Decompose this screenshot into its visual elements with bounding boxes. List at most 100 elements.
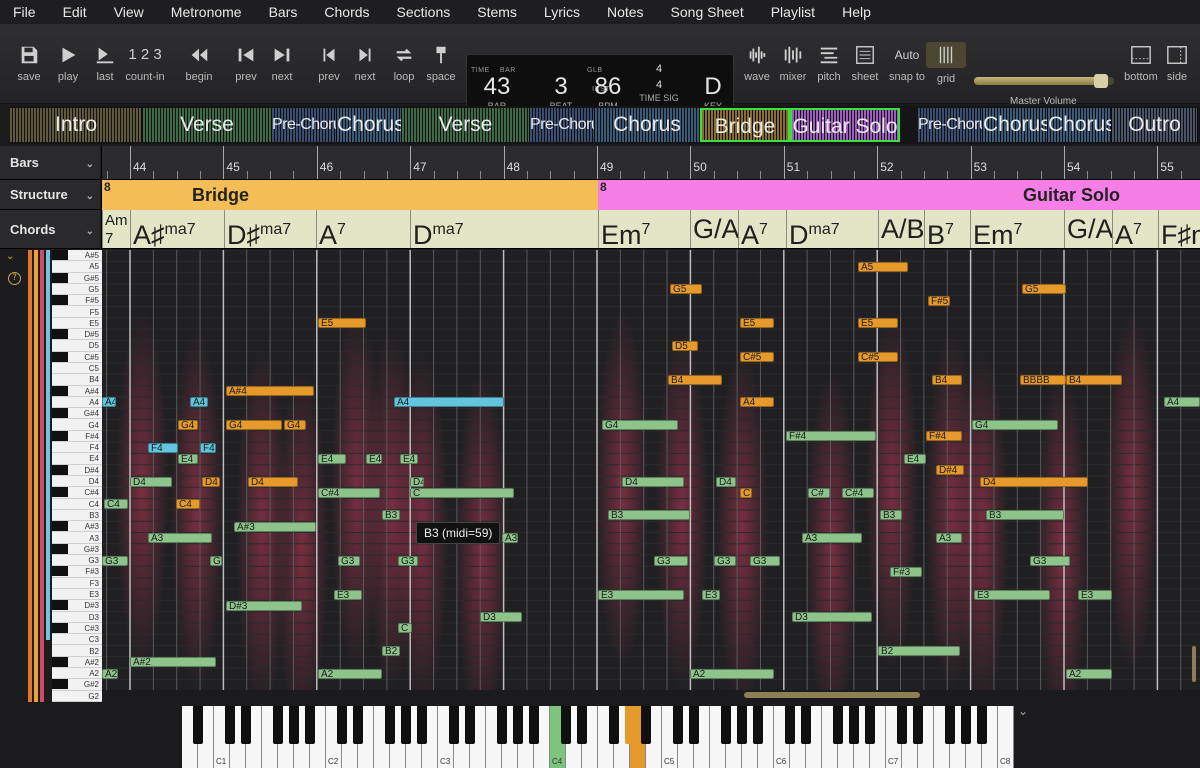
structure-row-label[interactable]: Structure ⌄ [0, 180, 100, 210]
menu-file[interactable]: File [0, 0, 50, 24]
black-key[interactable] [417, 706, 427, 744]
note[interactable]: G4 [602, 420, 678, 430]
vertical-scrollbar[interactable] [1192, 646, 1196, 682]
menu-lyrics[interactable]: Lyrics [531, 0, 594, 24]
master-volume-knob[interactable] [1094, 74, 1109, 88]
black-key[interactable] [945, 706, 955, 744]
note[interactable]: D3 [792, 612, 872, 623]
menu-edit[interactable]: Edit [50, 0, 101, 24]
black-key[interactable] [241, 706, 251, 744]
chord-10[interactable]: B7 [924, 210, 970, 248]
note[interactable]: C# [808, 487, 830, 498]
note[interactable]: G5 [1022, 284, 1066, 295]
black-key[interactable] [785, 706, 795, 744]
section-verse[interactable]: Verse [143, 108, 272, 142]
play-button[interactable]: play [48, 44, 88, 83]
note[interactable]: B3 [608, 510, 690, 521]
menu-help[interactable]: Help [829, 0, 885, 24]
black-key[interactable] [625, 706, 635, 744]
bars-row-label[interactable]: Bars ⌄ [0, 146, 100, 180]
note[interactable]: D4 [248, 476, 298, 487]
horizontal-scrollbar[interactable] [744, 692, 920, 698]
chord-5[interactable]: Em7 [598, 210, 690, 248]
chord-7[interactable]: A7 [738, 210, 786, 248]
note[interactable]: C#4 [318, 487, 380, 498]
black-key[interactable] [513, 706, 523, 744]
note[interactable]: D4 [716, 476, 736, 487]
prev-bar-button[interactable]: prev [226, 44, 266, 83]
note[interactable]: B3 [986, 510, 1064, 521]
note[interactable]: E5 [858, 318, 898, 329]
loop-button[interactable]: loop [384, 44, 424, 83]
chord-3[interactable]: A7 [316, 210, 410, 248]
snap-to-button[interactable]: Auto snap to [887, 44, 927, 83]
note[interactable]: A2 [102, 668, 118, 679]
note[interactable]: C4 [104, 499, 128, 510]
next-section-button[interactable]: next [345, 44, 385, 83]
menu-metronome[interactable]: Metronome [158, 0, 256, 24]
chord-1[interactable]: A♯ma7 [130, 210, 224, 248]
note[interactable]: E3 [702, 589, 720, 600]
structure-block-bridge[interactable]: 8 Bridge [102, 180, 598, 210]
note[interactable]: G3 [210, 555, 222, 566]
black-key[interactable] [449, 706, 459, 744]
note[interactable]: G3 [1030, 555, 1070, 566]
chord-6[interactable]: G/A [690, 210, 740, 248]
note[interactable]: E3 [974, 589, 1050, 600]
black-key[interactable] [673, 706, 683, 744]
chord-track[interactable]: Am 7 A♯ma7 D♯ma7 A7 Dma7 Em7 G/A A7 Dma7 A/B B7 Em7 G… [102, 210, 1200, 249]
note[interactable]: E4 [904, 453, 926, 464]
note[interactable]: C [740, 487, 752, 498]
note[interactable]: G3 [102, 555, 128, 566]
black-key[interactable] [225, 706, 235, 744]
section-chorus[interactable]: Chorus [983, 108, 1048, 142]
note[interactable]: G5 [670, 284, 702, 295]
note[interactable]: B3 [880, 510, 902, 521]
black-key[interactable] [609, 706, 619, 744]
note[interactable]: C [410, 487, 514, 498]
note[interactable]: A3 [802, 533, 862, 543]
note[interactable]: B4 [668, 374, 722, 385]
note[interactable]: D5 [672, 340, 698, 351]
grid-button[interactable]: grid [926, 42, 966, 85]
note[interactable]: E3 [598, 589, 684, 600]
save-button[interactable]: save [9, 44, 49, 83]
note[interactable]: E3 [1078, 589, 1112, 600]
note[interactable]: A3 [936, 533, 962, 543]
note[interactable]: G3 [714, 555, 736, 566]
note[interactable]: D4 [202, 476, 220, 487]
note[interactable]: D#3 [226, 600, 302, 611]
note[interactable]: D4 [622, 476, 684, 487]
section-chorus[interactable]: Chorus [595, 108, 700, 142]
note[interactable]: A5 [858, 261, 908, 272]
note[interactable]: E3 [334, 589, 362, 600]
black-key[interactable] [737, 706, 747, 744]
count-in-button[interactable]: 1 2 3 count-in [121, 44, 169, 83]
section-intro[interactable]: Intro [10, 108, 143, 142]
piano-roll[interactable]: E5A#4A4A4A4G4G4G4F4F4E4E4E4E4D4D4D4D4C#4… [102, 250, 1200, 690]
chord-4[interactable]: Dma7 [410, 210, 598, 248]
note[interactable]: G3 [398, 555, 418, 566]
menu-notes[interactable]: Notes [594, 0, 658, 24]
note[interactable]: E4 [400, 453, 418, 464]
black-key[interactable] [961, 706, 971, 744]
black-key[interactable] [897, 706, 907, 744]
note[interactable]: A4 [394, 397, 504, 408]
black-key[interactable] [401, 706, 411, 744]
collapse-chevron-icon[interactable]: ⌄ [6, 251, 14, 262]
note[interactable]: D4 [980, 476, 1088, 487]
chevron-down-icon[interactable]: ⌄ [86, 148, 94, 182]
black-key[interactable] [977, 706, 987, 744]
black-key[interactable] [577, 706, 587, 744]
section-bridge[interactable]: Bridge [700, 108, 790, 142]
black-key[interactable] [849, 706, 859, 744]
piano-keyboard[interactable]: C1 C2 C3 C4 C5 C6 C7 C8 [182, 706, 1014, 768]
section-guitar-solo[interactable]: Guitar Solo [790, 108, 900, 142]
note[interactable]: F4 [148, 442, 178, 453]
chord-12[interactable]: G/A [1064, 210, 1114, 248]
chord-14[interactable]: F♯m7 [1158, 210, 1200, 248]
black-key[interactable] [529, 706, 539, 744]
note[interactable]: C#4 [842, 487, 874, 498]
menu-chords[interactable]: Chords [311, 0, 383, 24]
pitch-button[interactable]: pitch [809, 44, 849, 83]
